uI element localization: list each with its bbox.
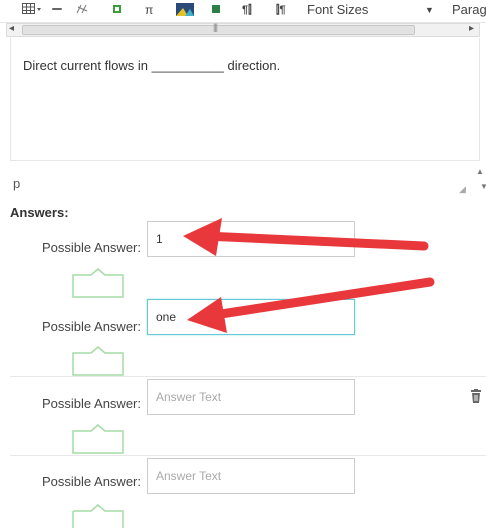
answer-input[interactable] — [147, 299, 355, 335]
scrollbar-thumb[interactable]: ||| — [22, 22, 415, 35]
font-sizes-dropdown[interactable]: Font Sizes — [307, 2, 368, 17]
scroll-down-icon[interactable]: ▼ — [480, 182, 486, 191]
pi-icon[interactable]: π — [145, 3, 153, 18]
answer-label: Possible Answer: — [42, 396, 141, 411]
scroll-up-icon[interactable]: ▲ — [476, 167, 484, 176]
resize-handle-icon[interactable]: ◢ — [459, 184, 466, 195]
answer-label: Possible Answer: — [42, 240, 141, 255]
drop-zone-icon[interactable] — [72, 268, 124, 298]
editor-statusbar: p ▲ ◢ ▼ — [10, 162, 486, 200]
scroll-right-icon[interactable]: ▸ — [469, 23, 474, 34]
chevron-down-icon[interactable]: ▼ — [425, 5, 434, 15]
grip-icon: ||| — [213, 22, 218, 32]
unlink-icon[interactable] — [75, 3, 89, 18]
drop-zone-icon[interactable] — [72, 346, 124, 376]
table-icon[interactable] — [22, 3, 42, 18]
template-icon[interactable] — [211, 3, 221, 18]
drop-zone-icon[interactable] — [72, 504, 124, 528]
answer-input[interactable] — [147, 458, 355, 494]
image-icon[interactable] — [111, 3, 123, 18]
drop-zone-icon[interactable] — [72, 424, 124, 454]
rich-text-editor[interactable]: Direct current flows in __________ direc… — [10, 38, 480, 161]
answer-label: Possible Answer: — [42, 474, 141, 489]
paragraph-dropdown[interactable]: Parag — [452, 2, 486, 17]
answers-heading: Answers: — [10, 205, 69, 220]
element-path[interactable]: p — [13, 176, 20, 191]
answer-input[interactable] — [147, 221, 355, 257]
link-icon[interactable] — [51, 3, 63, 18]
answer-input[interactable] — [147, 379, 355, 415]
media-icon[interactable] — [176, 3, 194, 18]
horizontal-scrollbar[interactable]: ◂ ||| ▸ — [6, 22, 480, 37]
answer-row: Possible Answer: — [10, 220, 486, 300]
ltr-icon[interactable]: ¶⫿ — [242, 3, 252, 18]
scroll-left-icon[interactable]: ◂ — [9, 23, 14, 34]
answer-row: Possible Answer: — [10, 456, 486, 529]
answer-row: Possible Answer: — [10, 298, 486, 378]
answer-row: Possible Answer: — [10, 376, 486, 456]
editor-toolbar: π ¶⫿ ⫿¶ Font Sizes ▼ Parag — [0, 0, 486, 23]
question-text: Direct current flows in __________ direc… — [23, 58, 281, 73]
answer-label: Possible Answer: — [42, 319, 141, 334]
rtl-icon[interactable]: ⫿¶ — [276, 3, 286, 18]
trash-icon[interactable] — [470, 389, 482, 406]
